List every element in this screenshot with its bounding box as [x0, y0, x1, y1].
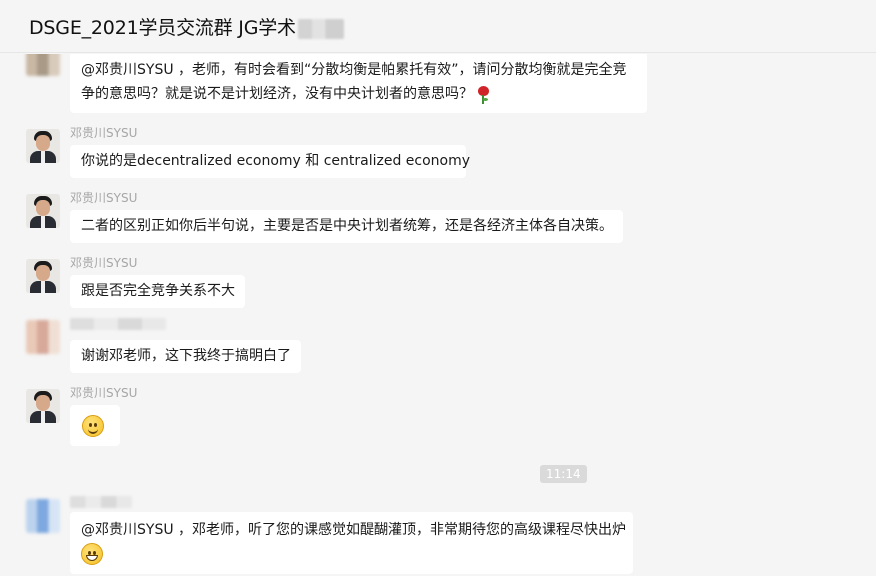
redacted-sender-name	[70, 318, 166, 330]
sender-name: 邓贵川SYSU	[70, 256, 138, 270]
avatar[interactable]	[26, 320, 60, 354]
message-text: 争的意思吗？就是说不是计划经济，没有中央计划者的意思吗？	[81, 82, 636, 106]
avatar[interactable]	[26, 499, 60, 533]
message-bubble[interactable]: @邓贵川SYSU ，邓老师，听了您的课感觉如醍醐灌顶，非常期待您的高级课程尽快出…	[70, 512, 633, 574]
avatar[interactable]	[26, 259, 60, 293]
chat-title[interactable]: DSGE_2021学员交流群 JG学术	[29, 13, 344, 40]
redacted-sender-name	[70, 496, 132, 508]
message-list[interactable]: @邓贵川SYSU ，老师，有时会看到“分散均衡是帕累托有效”，请问分散均衡就是完…	[0, 54, 876, 576]
message-bubble[interactable]: @邓贵川SYSU ，老师，有时会看到“分散均衡是帕累托有效”，请问分散均衡就是完…	[70, 54, 647, 113]
message-bubble[interactable]	[70, 405, 120, 446]
message-text: 你说的是decentralized economy 和 centralized …	[81, 153, 471, 169]
smile-emoji-icon	[82, 415, 104, 437]
avatar[interactable]	[26, 129, 60, 163]
message-text: @邓贵川SYSU ，老师，有时会看到“分散均衡是帕累托有效”，请问分散均衡就是完…	[81, 62, 627, 78]
message-bubble[interactable]: 你说的是decentralized economy 和 centralized …	[70, 145, 471, 178]
message-text: 二者的区别正如你后半句说，主要是否是中央计划者统筹，还是各经济主体各自决策。	[81, 218, 613, 234]
message-emoji-line	[81, 542, 622, 566]
avatar[interactable]	[26, 54, 60, 76]
rose-icon	[477, 85, 489, 104]
chat-title-text: DSGE_2021学员交流群 JG学术	[29, 17, 296, 39]
message-text: 谢谢邓老师，这下我终于搞明白了	[81, 348, 291, 364]
message-bubble[interactable]: 跟是否完全竞争关系不大	[70, 275, 245, 308]
avatar[interactable]	[26, 389, 60, 423]
grin-emoji-icon	[81, 543, 103, 565]
sender-name: 邓贵川SYSU	[70, 191, 138, 205]
redacted-title-suffix	[297, 18, 344, 39]
message-bubble[interactable]: 二者的区别正如你后半句说，主要是否是中央计划者统筹，还是各经济主体各自决策。	[70, 210, 623, 243]
chat-header: DSGE_2021学员交流群 JG学术	[0, 0, 876, 53]
message-bubble[interactable]: 谢谢邓老师，这下我终于搞明白了	[70, 340, 301, 373]
timestamp: 11:14	[540, 465, 587, 483]
sender-name: 邓贵川SYSU	[70, 126, 138, 140]
message-text: @邓贵川SYSU ，邓老师，听了您的课感觉如醍醐灌顶，非常期待您的高级课程尽快出…	[81, 522, 627, 538]
avatar[interactable]	[26, 194, 60, 228]
message-text: 跟是否完全竞争关系不大	[81, 283, 235, 299]
sender-name: 邓贵川SYSU	[70, 386, 138, 400]
